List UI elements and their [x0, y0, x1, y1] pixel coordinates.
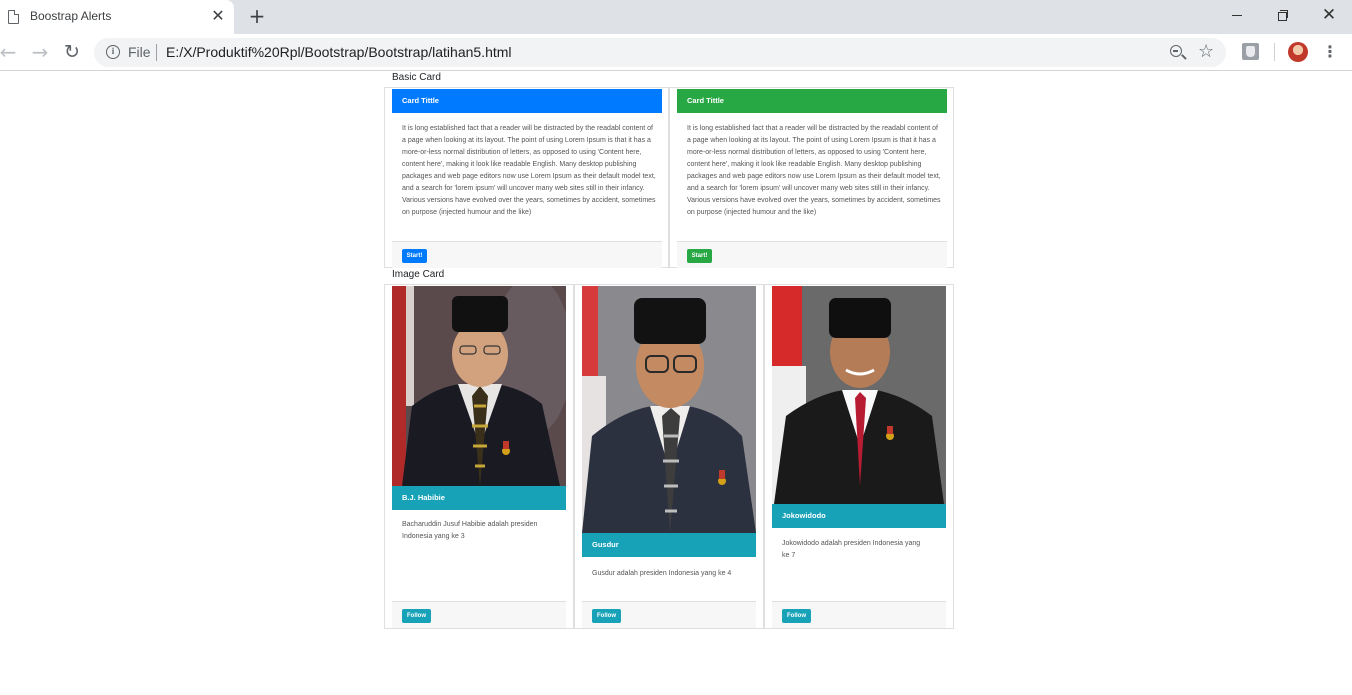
minimize-button[interactable] [1214, 0, 1260, 30]
document-icon [8, 10, 19, 24]
basic-card-primary: Card Tittle It is long established fact … [384, 87, 669, 268]
card-footer: Follow [582, 601, 756, 628]
basic-card-heading: Basic Card [392, 72, 441, 83]
kebab-menu-icon[interactable]: ⋮ [1322, 42, 1338, 62]
portrait-image [772, 286, 946, 504]
image-card-heading: Image Card [392, 269, 445, 280]
bookmark-star-icon[interactable]: ☆ [1198, 41, 1214, 62]
zoom-out-icon[interactable] [1170, 45, 1182, 57]
tab-close-icon[interactable]: ✕ [209, 7, 227, 25]
extension-icon[interactable] [1242, 43, 1259, 60]
follow-button[interactable]: Follow [402, 609, 431, 623]
toolbar-divider [1274, 43, 1275, 61]
card-description: Jokowidodo adalah presiden Indonesia yan… [782, 540, 921, 559]
card-body-text: It is long established fact that a reade… [687, 125, 941, 216]
basic-card-success: Card Tittle It is long established fact … [669, 87, 954, 268]
minimize-icon [1232, 14, 1242, 16]
card-footer: Follow [772, 601, 946, 628]
close-icon: ✕ [1321, 4, 1337, 25]
url-text[interactable]: E:/X/Produktif%20Rpl/Bootstrap/Bootstrap… [166, 44, 512, 60]
omnibox-divider [156, 44, 157, 61]
card-header: Card Tittle [392, 89, 662, 113]
card-body-text: It is long established fact that a reade… [402, 125, 656, 216]
scheme-label: File [128, 44, 151, 60]
start-button[interactable]: Start! [687, 249, 712, 263]
image-card-habibie: B.J. Habibie Bacharuddin Jusuf Habibie a… [384, 284, 574, 629]
follow-button[interactable]: Follow [592, 609, 621, 623]
image-card-gusdur: Gusdur Gusdur adalah presiden Indonesia … [574, 284, 764, 629]
image-card-jokowidodo: Jokowidodo Jokowidodo adalah presiden In… [764, 284, 954, 629]
start-button[interactable]: Start! [402, 249, 427, 263]
profile-avatar[interactable] [1288, 42, 1308, 62]
card-footer: Start! [677, 241, 947, 268]
info-icon[interactable]: i [106, 45, 120, 59]
restore-icon [1278, 10, 1288, 21]
tab-strip: Boostrap Alerts ✕ + ✕ [0, 0, 1352, 34]
tab-title: Boostrap Alerts [30, 9, 112, 23]
card-name-banner: B.J. Habibie [392, 486, 566, 510]
portrait-image [392, 286, 566, 486]
forward-arrow-icon[interactable]: → [28, 40, 52, 64]
back-arrow-icon[interactable]: ← [0, 40, 20, 64]
follow-button[interactable]: Follow [782, 609, 811, 623]
card-footer: Follow [392, 601, 566, 628]
card-header: Card Tittle [677, 89, 947, 113]
portrait-image [582, 286, 756, 533]
browser-tab[interactable]: Boostrap Alerts ✕ [0, 0, 234, 34]
address-bar[interactable]: i File E:/X/Produktif%20Rpl/Bootstrap/Bo… [94, 38, 1226, 67]
page-content: Basic Card Card Tittle It is long establ… [0, 71, 1352, 695]
restore-button[interactable] [1260, 0, 1306, 30]
card-description: Gusdur adalah presiden Indonesia yang ke… [592, 570, 732, 577]
browser-toolbar: ← → ↻ i File E:/X/Produktif%20Rpl/Bootst… [0, 34, 1352, 71]
card-name-banner: Gusdur [582, 533, 756, 557]
card-footer: Start! [392, 241, 662, 268]
card-description: Bacharuddin Jusuf Habibie adalah preside… [402, 521, 538, 540]
reload-icon[interactable]: ↻ [60, 40, 84, 64]
close-window-button[interactable]: ✕ [1306, 0, 1352, 30]
card-name-banner: Jokowidodo [772, 504, 946, 528]
new-tab-icon[interactable]: + [246, 5, 268, 27]
